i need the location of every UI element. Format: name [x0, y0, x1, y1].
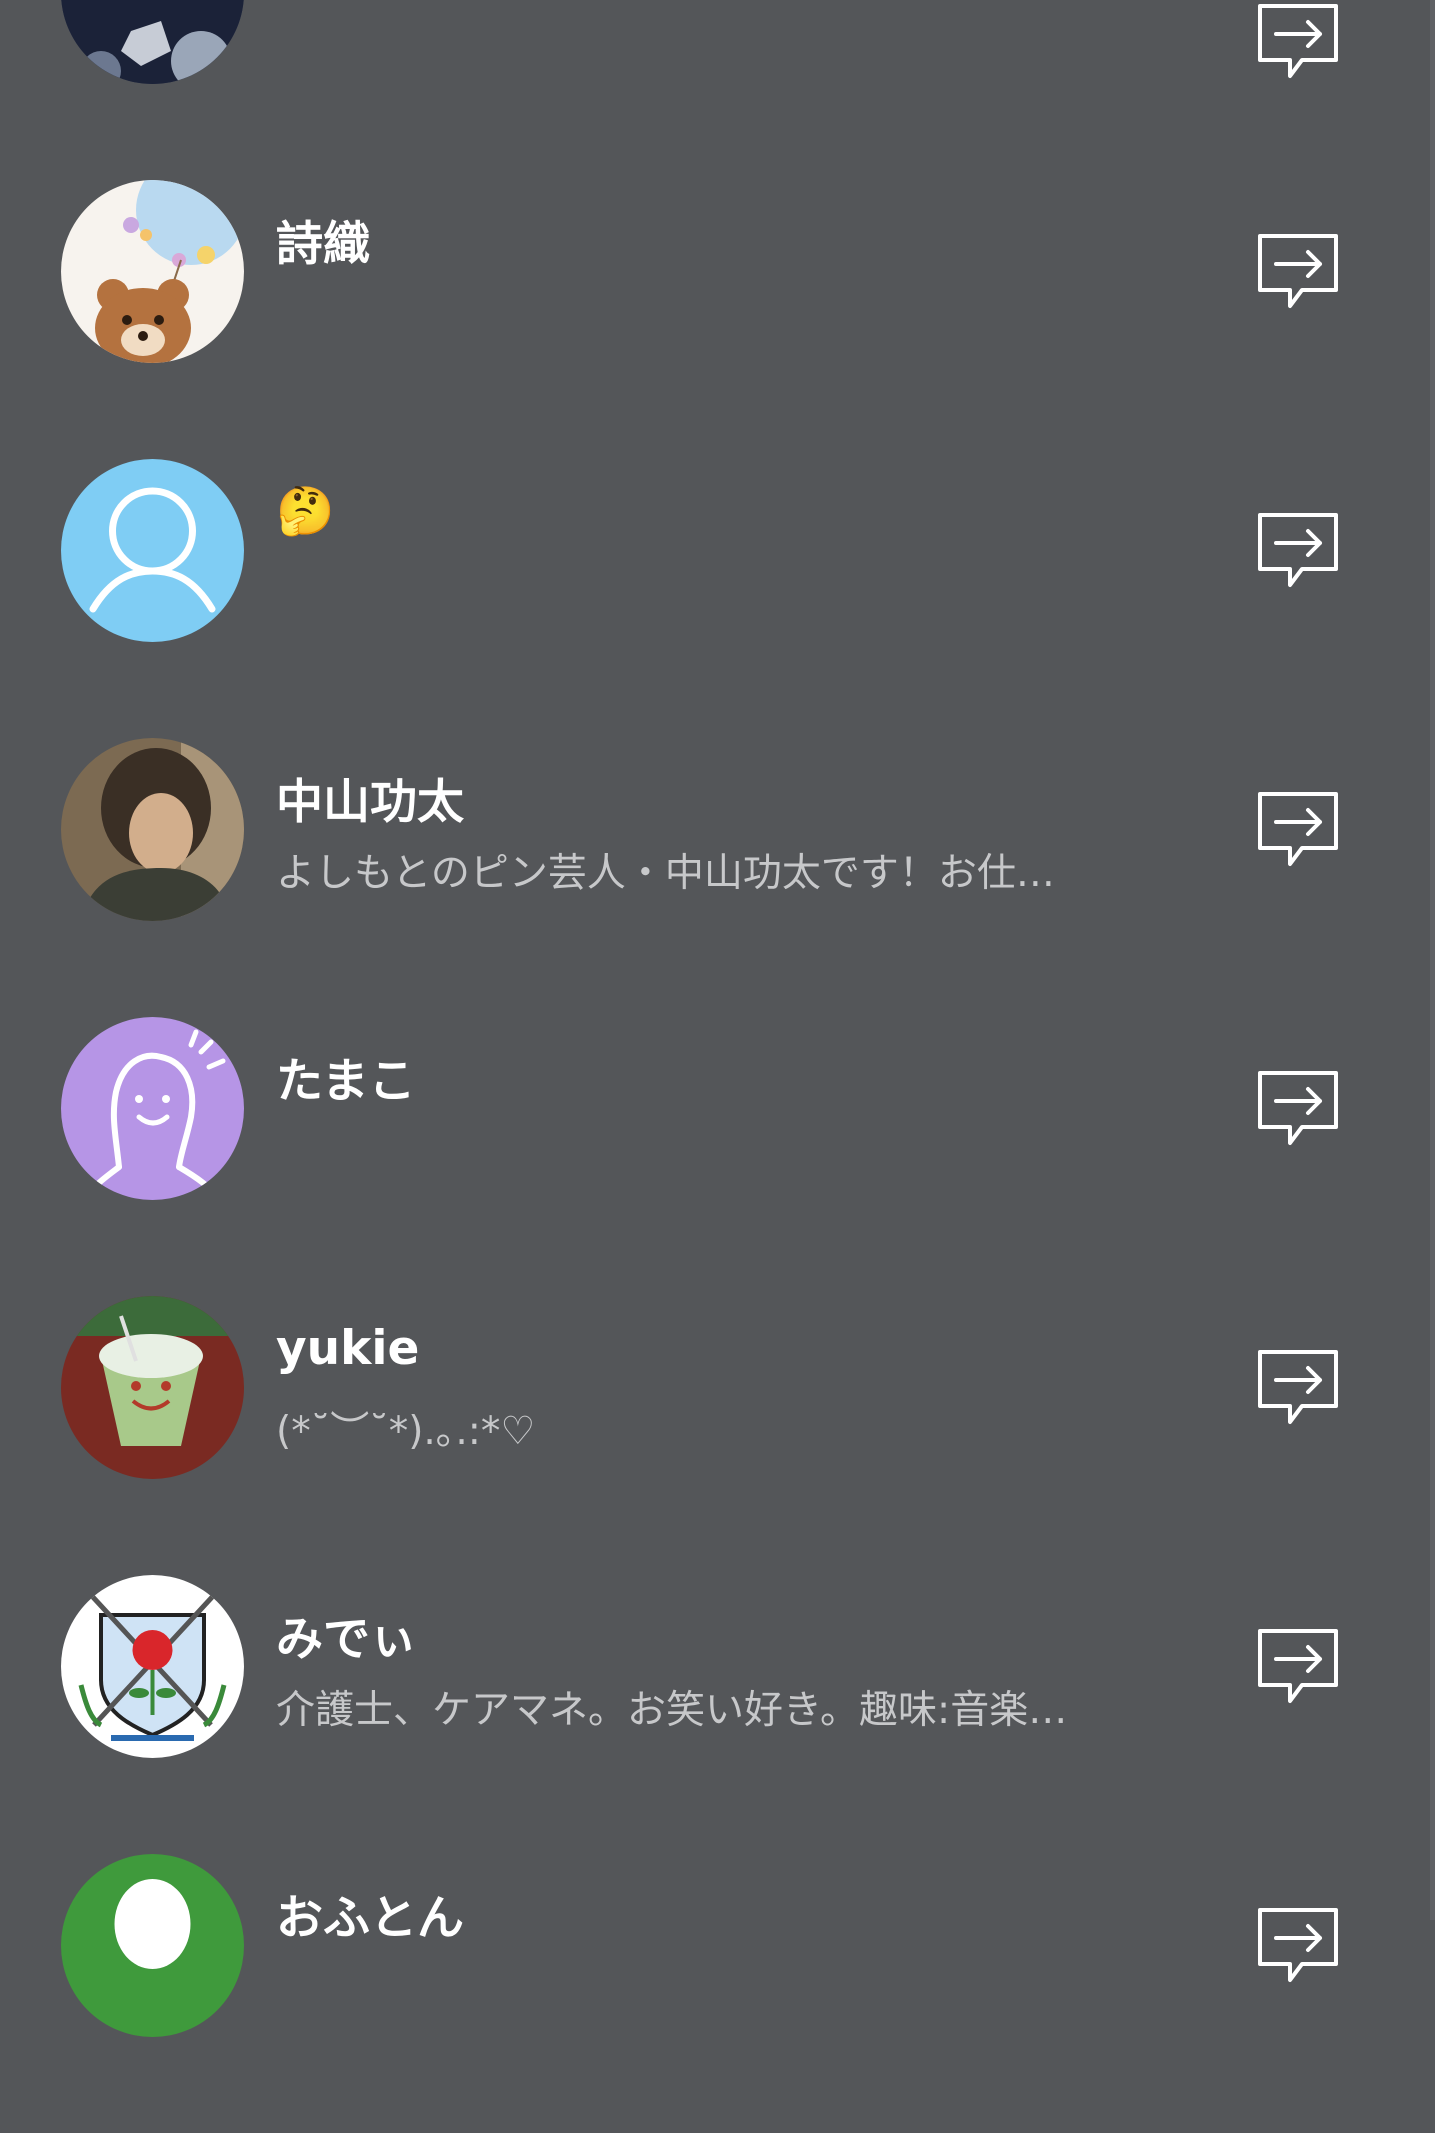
avatar[interactable]	[61, 0, 244, 84]
friend-status: よしもとのピン芸人・中山功太です！お仕…	[276, 851, 1055, 896]
friend-row[interactable]: みでぃ 介護士、ケアマネ。お笑い好き。趣味:音楽…	[0, 1575, 1435, 1854]
friend-name: yukie	[276, 1321, 420, 1376]
avatar[interactable]	[61, 1017, 244, 1200]
friend-name: おふとん	[276, 1891, 464, 1946]
friends-list: 詩織 🤔 中山功太 よしもとのピン芸人・中山功太です！お仕… たまこ yukie…	[0, 0, 1435, 2037]
share-arrow-icon[interactable]	[1256, 1904, 1340, 1988]
friend-status: 介護士、ケアマネ。お笑い好き。趣味:音楽…	[276, 1688, 1068, 1733]
friend-row[interactable]: 🤔	[0, 459, 1435, 738]
friend-row[interactable]: 中山功太 よしもとのピン芸人・中山功太です！お仕…	[0, 738, 1435, 1017]
friend-name: みでぃ	[276, 1612, 417, 1667]
avatar[interactable]	[61, 180, 244, 363]
share-arrow-icon[interactable]	[1256, 0, 1340, 84]
friend-name: 中山功太	[276, 775, 464, 830]
friend-row[interactable]	[0, 0, 1435, 180]
share-arrow-icon[interactable]	[1256, 788, 1340, 872]
avatar[interactable]	[61, 1296, 244, 1479]
friend-row[interactable]: おふとん	[0, 1854, 1435, 2133]
share-arrow-icon[interactable]	[1256, 1346, 1340, 1430]
avatar[interactable]	[61, 1575, 244, 1758]
friend-name: たまこ	[276, 1054, 416, 1109]
share-arrow-icon[interactable]	[1256, 1625, 1340, 1709]
friend-status: (*˘︶˘*).｡.:*♡	[276, 1409, 536, 1454]
friend-row[interactable]: たまこ	[0, 1017, 1435, 1296]
friend-name: 詩織	[276, 217, 370, 272]
avatar[interactable]	[61, 1854, 244, 2037]
friend-row[interactable]: yukie (*˘︶˘*).｡.:*♡	[0, 1296, 1435, 1575]
share-arrow-icon[interactable]	[1256, 509, 1340, 593]
share-arrow-icon[interactable]	[1256, 1067, 1340, 1151]
avatar[interactable]	[61, 459, 244, 642]
avatar[interactable]	[61, 738, 244, 921]
friend-row[interactable]: 詩織	[0, 180, 1435, 459]
scroll-edge	[1430, 0, 1435, 1920]
friend-name: 🤔	[276, 484, 335, 539]
share-arrow-icon[interactable]	[1256, 230, 1340, 314]
